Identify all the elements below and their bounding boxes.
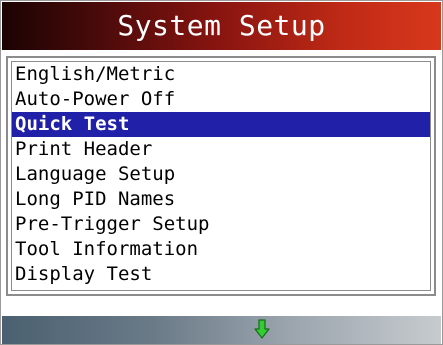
screen-title: System Setup (2, 2, 441, 50)
menu-item-pre-trigger-setup[interactable]: Pre-Trigger Setup (12, 212, 430, 237)
down-arrow-icon (254, 319, 270, 339)
menu-item-quick-test[interactable]: Quick Test (12, 112, 430, 137)
status-bar (2, 316, 441, 344)
menu-item-long-pid-names[interactable]: Long PID Names (12, 187, 430, 212)
setup-menu: English/Metric Auto-Power Off Quick Test… (6, 56, 436, 296)
menu-item-auto-power-off[interactable]: Auto-Power Off (12, 87, 430, 112)
menu-item-display-test[interactable]: Display Test (12, 262, 430, 287)
menu-item-english-metric[interactable]: English/Metric (12, 62, 430, 87)
menu-item-tool-information[interactable]: Tool Information (12, 237, 430, 262)
menu-item-language-setup[interactable]: Language Setup (12, 162, 430, 187)
scan-tool-screen: System Setup English/Metric Auto-Power O… (0, 0, 443, 345)
menu-item-print-header[interactable]: Print Header (12, 137, 430, 162)
menu-list: English/Metric Auto-Power Off Quick Test… (11, 61, 431, 291)
